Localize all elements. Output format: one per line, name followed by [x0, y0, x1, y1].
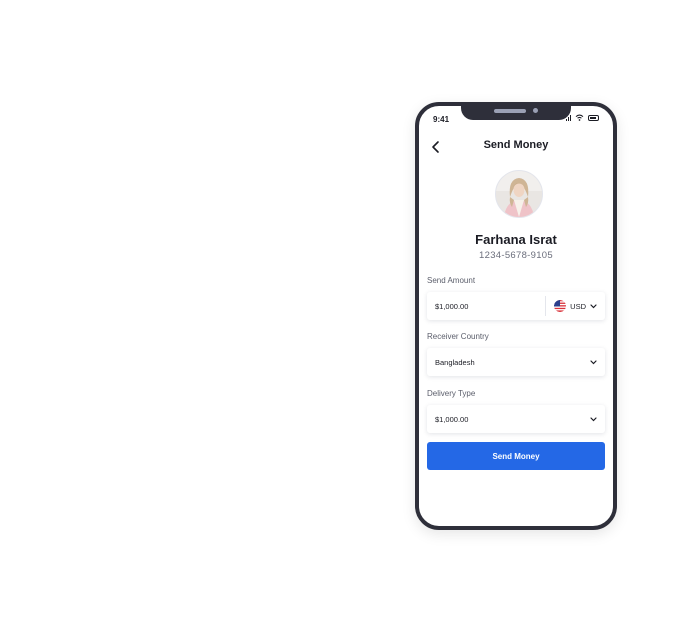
receiver-country-select[interactable]: Bangladesh	[427, 348, 605, 376]
person-photo-icon	[496, 171, 542, 217]
signal-icon	[566, 114, 571, 121]
page-title: Send Money	[483, 139, 549, 151]
status-icons	[566, 114, 599, 121]
chevron-down-icon	[590, 359, 597, 364]
wifi-icon	[575, 114, 584, 121]
chevron-down-icon	[590, 416, 597, 421]
front-camera	[533, 108, 538, 113]
delivery-type-label: Delivery Type	[427, 389, 476, 398]
send-amount-field: $1,000.00 USD	[427, 292, 605, 320]
battery-icon	[588, 114, 599, 121]
status-time: 9:41	[433, 115, 450, 124]
currency-code: USD	[570, 301, 586, 311]
send-amount-input[interactable]: $1,000.00	[427, 302, 545, 311]
speaker-grille	[494, 109, 526, 113]
chevron-down-icon	[590, 303, 597, 308]
receiver-country-label: Receiver Country	[427, 332, 489, 341]
currency-selector[interactable]: USD	[546, 300, 605, 312]
phone-notch	[461, 102, 571, 120]
us-flag-icon	[554, 300, 567, 312]
recipient-account-number: 1234-5678-9105	[479, 250, 553, 261]
delivery-type-value: $1,000.00	[435, 414, 469, 424]
send-money-button[interactable]: Send Money	[427, 442, 605, 470]
receiver-country-value: Bangladesh	[435, 357, 475, 367]
delivery-type-select[interactable]: $1,000.00	[427, 405, 605, 433]
send-amount-label: Send Amount	[427, 276, 476, 285]
recipient-avatar	[495, 170, 543, 218]
phone-frame: 9:41 Send Money Farhana Israt 1234-5678-…	[415, 102, 617, 530]
recipient-name: Farhana Israt	[475, 232, 557, 247]
